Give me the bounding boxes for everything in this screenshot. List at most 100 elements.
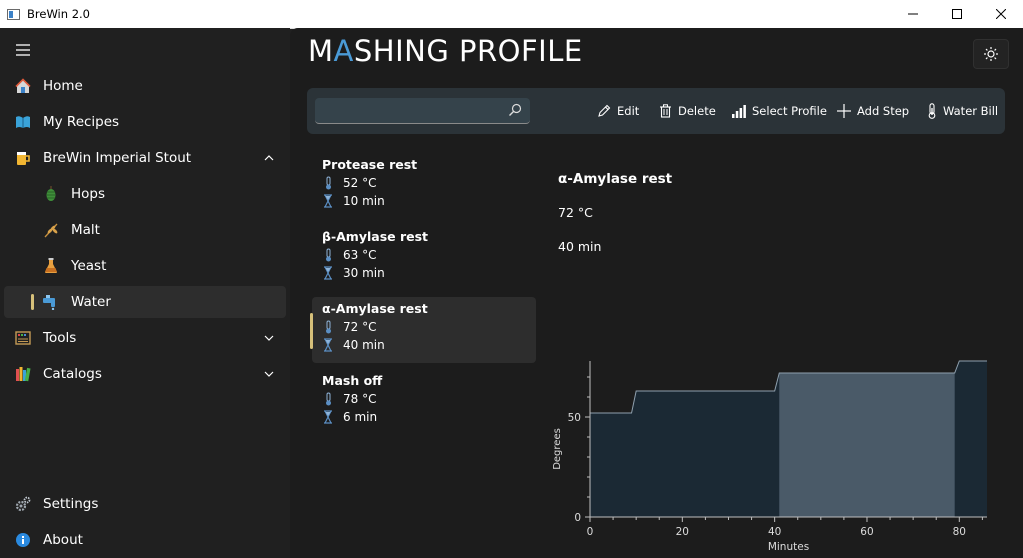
x-tick-label: 60: [860, 526, 873, 538]
nav-about[interactable]: About: [4, 524, 286, 556]
nav-yeast-label: Yeast: [71, 258, 107, 274]
detail-step-temp: 72 °C: [558, 205, 593, 220]
close-icon: [996, 9, 1006, 19]
x-tick-label: 80: [953, 526, 966, 538]
close-button[interactable]: [979, 0, 1023, 28]
nav-tools-label: Tools: [43, 330, 77, 346]
search-input[interactable]: [315, 98, 505, 124]
step-temp: 78 °C: [343, 392, 377, 406]
maximize-icon: [952, 9, 962, 19]
mash-profile-chart: 0 20 40 60 80 0 50 Minutes Degrees: [552, 360, 987, 553]
delete-label: Delete: [678, 104, 716, 118]
x-tick-label: 40: [768, 526, 781, 538]
pencil-icon: [598, 104, 611, 117]
selection-indicator: [310, 313, 313, 349]
nav-home[interactable]: Home: [4, 70, 286, 102]
step-name: Mash off: [322, 373, 383, 388]
nav-water[interactable]: Water: [4, 286, 286, 318]
step-temp: 52 °C: [343, 176, 377, 190]
nav-catalogs-label: Catalogs: [43, 366, 102, 382]
thermometer-icon: [928, 103, 936, 119]
detail-step-name: α-Amylase rest: [558, 171, 673, 187]
hourglass-icon: [322, 410, 334, 424]
water-faucet-icon: [42, 293, 60, 311]
nav-tools[interactable]: Tools: [4, 322, 286, 354]
beer-mug-icon: [14, 149, 32, 167]
x-tick-label: 20: [676, 526, 689, 538]
theme-toggle-button[interactable]: [973, 39, 1009, 69]
nav-water-label: Water: [71, 294, 111, 310]
mash-step-item[interactable]: Mash off 78 °C 6 min: [312, 369, 536, 435]
maximize-button[interactable]: [935, 0, 979, 28]
detail-step-time: 40 min: [558, 239, 602, 254]
trash-icon: [660, 104, 671, 118]
home-icon: [14, 77, 32, 95]
nav-yeast[interactable]: Yeast: [4, 250, 286, 282]
select-profile-button[interactable]: Select Profile: [732, 101, 827, 121]
nav-catalogs[interactable]: Catalogs: [4, 358, 286, 390]
search-icon[interactable]: [508, 103, 522, 117]
step-name: Protease rest: [322, 157, 418, 172]
edit-label: Edit: [617, 104, 640, 118]
step-time: 40 min: [343, 338, 385, 352]
main-content: MASHING PROFILE Edit Delete Select Profi…: [290, 28, 1023, 558]
x-tick-label: 0: [587, 526, 594, 538]
step-time: 6 min: [343, 410, 378, 424]
plus-icon: [837, 104, 851, 118]
hourglass-icon: [322, 266, 334, 280]
y-axis-label: Degrees: [552, 428, 563, 470]
mash-step-item[interactable]: Protease rest 52 °C 10 min: [312, 153, 536, 219]
selection-indicator: [31, 294, 34, 310]
step-name: β-Amylase rest: [322, 229, 429, 244]
add-step-label: Add Step: [857, 104, 910, 118]
step-name: α-Amylase rest: [322, 301, 428, 316]
hamburger-button[interactable]: [4, 34, 44, 66]
book-icon: [14, 113, 32, 131]
thermometer-icon: [322, 248, 334, 262]
settings-gears-icon: [14, 495, 32, 513]
step-time: 10 min: [343, 194, 385, 208]
thermometer-icon: [322, 320, 334, 334]
tools-icon: [14, 329, 32, 347]
nav-home-label: Home: [43, 78, 83, 94]
nav-my-recipes[interactable]: My Recipes: [4, 106, 286, 138]
chevron-down-icon: [264, 335, 274, 341]
select-profile-label: Select Profile: [752, 104, 827, 118]
command-bar: Edit Delete Select Profile Add Step Wate…: [307, 88, 1005, 134]
step-time: 30 min: [343, 266, 385, 280]
app-icon: [7, 8, 20, 20]
nav-about-label: About: [43, 532, 83, 548]
nav-hops-label: Hops: [71, 186, 106, 202]
nav-recipe-brewin-imperial-stout[interactable]: BreWin Imperial Stout: [4, 142, 286, 174]
mash-step-item-selected[interactable]: α-Amylase rest 72 °C 40 min: [310, 297, 536, 363]
nav-settings-label: Settings: [43, 496, 99, 512]
x-axis-label: Minutes: [768, 541, 809, 553]
water-bill-button[interactable]: Water Bill: [927, 101, 998, 121]
nav-hops[interactable]: Hops: [4, 178, 286, 210]
sun-icon: [984, 47, 998, 61]
signal-bars-icon: [732, 104, 746, 118]
minimize-icon: [908, 13, 918, 15]
thermometer-icon: [322, 176, 334, 190]
y-tick-label: 50: [568, 412, 581, 424]
mash-step-item[interactable]: β-Amylase rest 63 °C 30 min: [312, 225, 536, 291]
minimize-button[interactable]: [891, 0, 935, 28]
nav-recipe-label: BreWin Imperial Stout: [43, 150, 192, 166]
nav-my-recipes-label: My Recipes: [43, 114, 120, 130]
step-temp: 72 °C: [343, 320, 377, 334]
delete-button[interactable]: Delete: [659, 101, 716, 121]
chevron-up-icon: [264, 155, 274, 161]
info-icon: [14, 531, 32, 549]
chart-highlight-segment: [779, 373, 955, 517]
add-step-button[interactable]: Add Step: [837, 101, 909, 121]
nav-malt[interactable]: Malt: [4, 214, 286, 246]
edit-button[interactable]: Edit: [597, 101, 639, 121]
chevron-down-icon: [264, 371, 274, 377]
page-title: MASHING PROFILE: [308, 34, 583, 68]
search-box[interactable]: [315, 98, 530, 124]
window-title: BreWin 2.0: [27, 7, 90, 21]
y-tick-label: 0: [574, 512, 581, 524]
nav-settings[interactable]: Settings: [4, 488, 286, 520]
hamburger-icon: [14, 41, 32, 59]
nav-malt-label: Malt: [71, 222, 100, 238]
